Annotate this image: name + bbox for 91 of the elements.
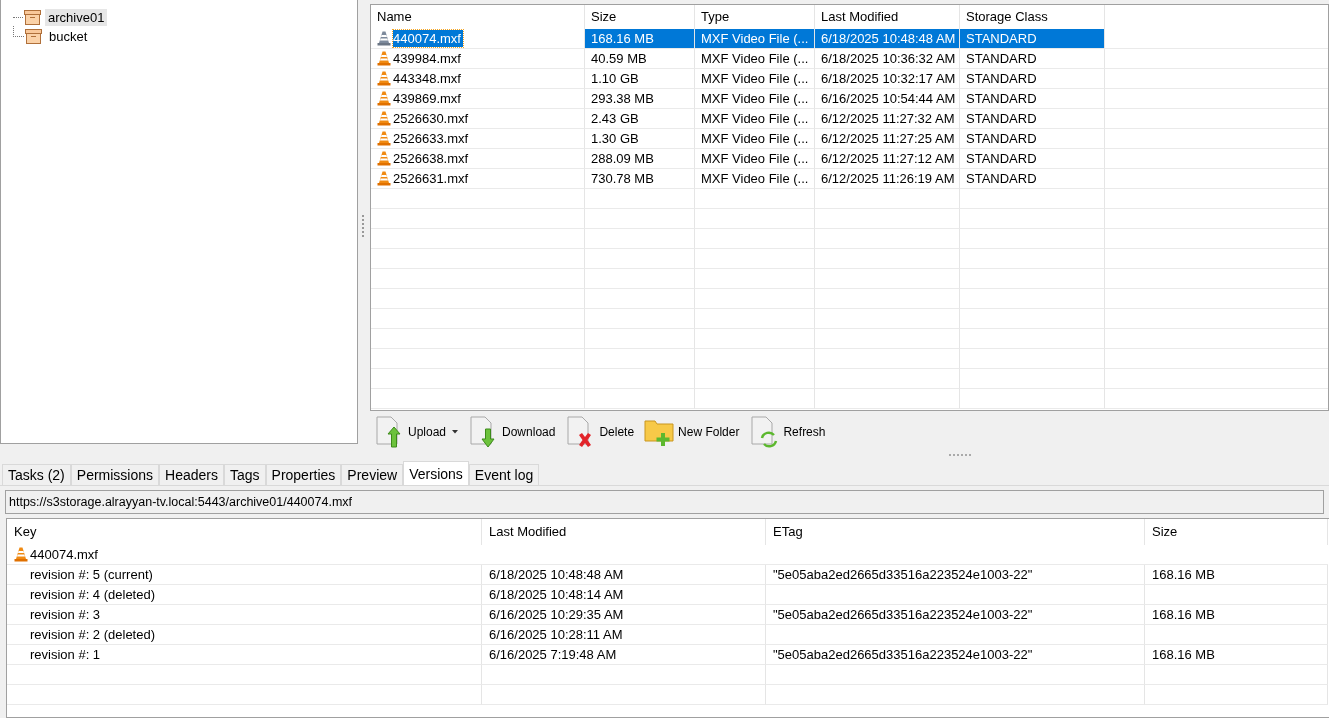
table-cell: 6/12/2025 11:26:19 AM bbox=[821, 171, 955, 186]
box-icon bbox=[25, 29, 42, 44]
toolbar-button[interactable]: New Folder bbox=[644, 416, 740, 447]
traffic-cone-icon bbox=[377, 91, 391, 106]
table-cell[interactable]: 443348.mxf bbox=[393, 71, 461, 86]
table-cell: 6/12/2025 11:27:12 AM bbox=[821, 151, 955, 166]
caret-icon bbox=[452, 429, 459, 434]
tab[interactable]: Versions bbox=[403, 461, 469, 485]
table-cell: 6/18/2025 10:48:48 AM bbox=[489, 567, 624, 582]
toolbar-button[interactable]: Delete bbox=[565, 415, 635, 448]
table-cell: 168.16 MB bbox=[1152, 647, 1215, 662]
table-cell: MXF Video File (... bbox=[701, 51, 809, 66]
table-cell: MXF Video File (... bbox=[701, 131, 809, 146]
table-cell: 1.30 GB bbox=[591, 131, 639, 146]
table-cell: 168.16 MB bbox=[1152, 607, 1215, 622]
column-header[interactable]: ETag bbox=[766, 519, 1145, 545]
column-header[interactable]: Last Modified bbox=[482, 519, 766, 545]
table-cell: 168.16 MB bbox=[585, 29, 694, 48]
splitter-grip[interactable] bbox=[362, 215, 366, 237]
traffic-cone-icon bbox=[377, 151, 391, 166]
table-cell: 6/16/2025 7:19:48 AM bbox=[489, 647, 617, 662]
table-cell[interactable]: 2526631.mxf bbox=[393, 171, 469, 186]
bucket-item[interactable]: bucket bbox=[46, 28, 91, 45]
table-cell[interactable]: revision #: 2 (deleted) bbox=[14, 627, 155, 642]
toolbar-button[interactable]: Upload bbox=[374, 415, 459, 448]
table-cell: MXF Video File (... bbox=[701, 91, 809, 106]
toolbar-button[interactable]: Download bbox=[468, 415, 556, 448]
table-cell: 6/16/2025 10:29:35 AM bbox=[489, 607, 624, 622]
table-cell: 6/18/2025 10:32:17 AM bbox=[821, 71, 956, 86]
table-cell[interactable]: revision #: 1 bbox=[14, 647, 101, 662]
table-cell: STANDARD bbox=[966, 51, 1037, 66]
table-cell: 6/18/2025 10:48:48 AM bbox=[815, 29, 959, 48]
table-cell: 6/16/2025 10:54:44 AM bbox=[821, 91, 956, 106]
tab[interactable]: Tasks (2) bbox=[2, 464, 71, 485]
tab[interactable]: Event log bbox=[468, 464, 540, 485]
table-cell: 293.38 MB bbox=[591, 91, 654, 106]
table-cell: MXF Video File (... bbox=[701, 151, 809, 166]
table-cell: STANDARD bbox=[966, 131, 1037, 146]
table-cell: STANDARD bbox=[966, 151, 1037, 166]
bucket-item[interactable]: archive01 bbox=[45, 9, 108, 26]
traffic-cone-icon bbox=[377, 111, 391, 126]
table-cell: 1.10 GB bbox=[591, 71, 639, 86]
table-cell: STANDARD bbox=[960, 29, 1104, 48]
column-header[interactable]: Size bbox=[1145, 519, 1328, 545]
table-cell: "5e05aba2ed2665d33516a223524e1003-22" bbox=[773, 567, 1033, 582]
traffic-cone-icon bbox=[14, 547, 28, 562]
table-cell: MXF Video File (... bbox=[701, 111, 809, 126]
table-cell: 6/12/2025 11:27:32 AM bbox=[821, 111, 955, 126]
tab[interactable]: Tags bbox=[223, 464, 266, 485]
traffic-cone-icon bbox=[377, 171, 391, 186]
table-cell: 168.16 MB bbox=[1152, 567, 1215, 582]
table-cell: 6/18/2025 10:36:32 AM bbox=[821, 51, 956, 66]
box-icon bbox=[24, 10, 41, 25]
table-cell[interactable]: 439984.mxf bbox=[393, 51, 461, 66]
traffic-cone-icon bbox=[377, 31, 391, 46]
table-cell[interactable]: 2526630.mxf bbox=[393, 111, 469, 126]
tab[interactable]: Preview bbox=[341, 464, 404, 485]
table-cell[interactable]: 2526638.mxf bbox=[393, 151, 469, 166]
traffic-cone-icon bbox=[377, 131, 391, 146]
table-cell: 730.78 MB bbox=[591, 171, 654, 186]
table-cell: STANDARD bbox=[966, 171, 1037, 186]
tab[interactable]: Properties bbox=[265, 464, 342, 485]
table-cell: 6/18/2025 10:48:14 AM bbox=[489, 587, 624, 602]
table-cell: STANDARD bbox=[966, 71, 1037, 86]
url-field[interactable]: https://s3storage.alrayyan-tv.local:5443/archive01/440074.mxf bbox=[5, 490, 1324, 514]
table-cell: MXF Video File (... bbox=[701, 71, 809, 86]
table-cell: "5e05aba2ed2665d33516a223524e1003-22" bbox=[773, 647, 1033, 662]
table-cell[interactable]: 439869.mxf bbox=[393, 91, 461, 106]
table-cell: "5e05aba2ed2665d33516a223524e1003-22" bbox=[773, 607, 1033, 622]
table-cell[interactable]: 440074.mxf bbox=[393, 30, 463, 47]
traffic-cone-icon bbox=[377, 51, 391, 66]
table-cell: STANDARD bbox=[966, 111, 1037, 126]
table-cell: MXF Video File (... bbox=[701, 171, 809, 186]
tab[interactable]: Headers bbox=[159, 464, 224, 485]
table-cell: MXF Video File (... bbox=[695, 29, 814, 48]
table-cell: 6/12/2025 11:27:25 AM bbox=[821, 131, 955, 146]
tab[interactable]: Permissions bbox=[70, 464, 160, 485]
table-cell[interactable]: revision #: 3 bbox=[14, 607, 101, 622]
table-cell[interactable]: 440074.mxf bbox=[30, 547, 98, 562]
column-header[interactable]: Key bbox=[7, 519, 482, 545]
table-cell: 6/16/2025 10:28:11 AM bbox=[489, 627, 623, 642]
splitter-grip[interactable] bbox=[948, 454, 971, 458]
table-cell[interactable]: 2526633.mxf bbox=[393, 131, 469, 146]
table-cell: STANDARD bbox=[966, 91, 1037, 106]
table-cell[interactable]: revision #: 4 (deleted) bbox=[14, 587, 155, 602]
table-cell[interactable]: revision #: 5 (current) bbox=[14, 567, 153, 582]
table-cell: 40.59 MB bbox=[591, 51, 647, 66]
table-cell: 2.43 GB bbox=[591, 111, 639, 126]
traffic-cone-icon bbox=[377, 71, 391, 86]
table-cell: 288.09 MB bbox=[591, 151, 654, 166]
toolbar-button[interactable]: Refresh bbox=[749, 415, 826, 448]
